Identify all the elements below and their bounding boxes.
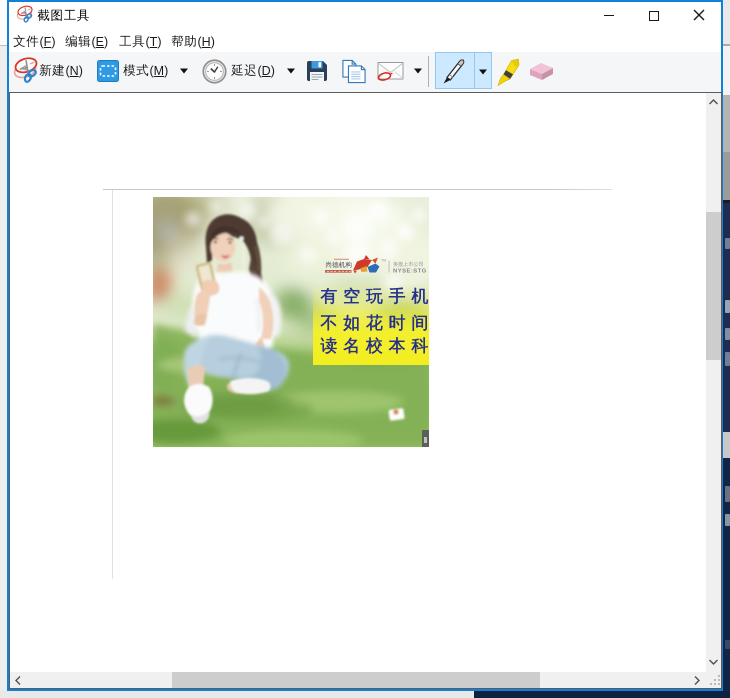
svg-text:TM: TM bbox=[381, 258, 386, 262]
svg-text:NYSE:STG: NYSE:STG bbox=[393, 268, 427, 274]
